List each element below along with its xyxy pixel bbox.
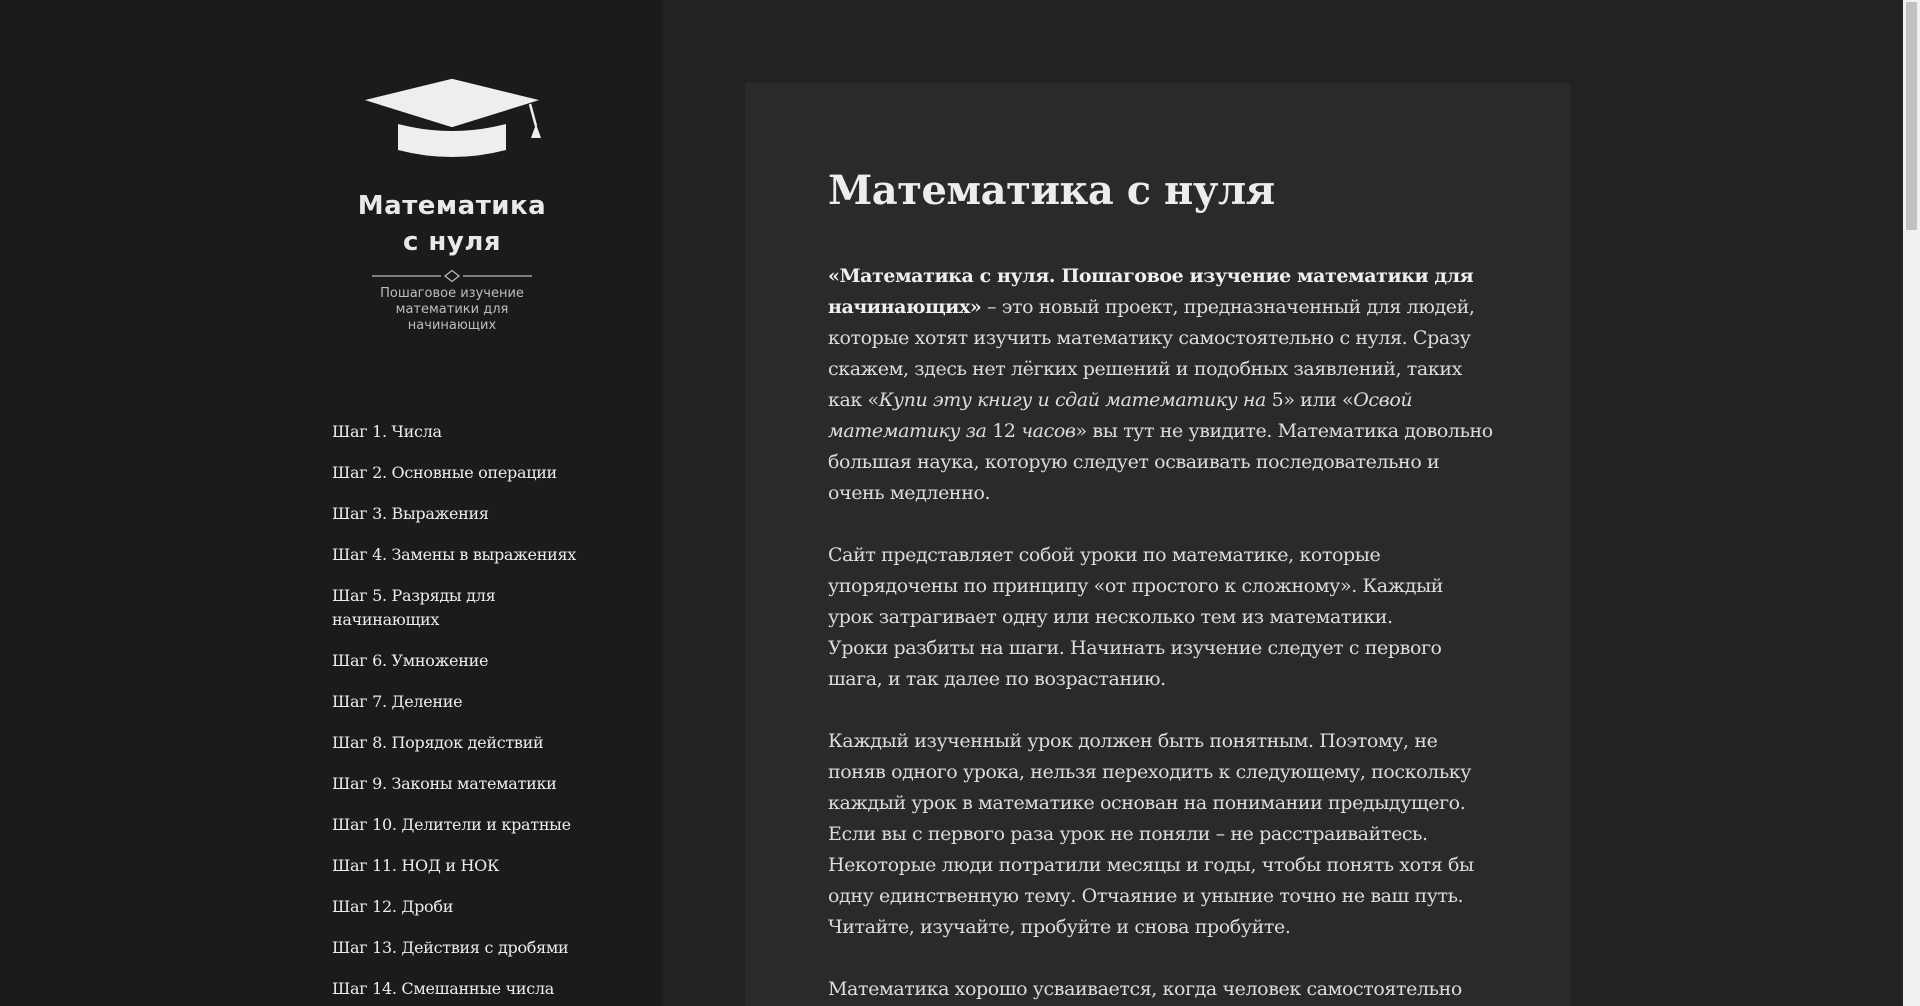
site-branding: Математика с нуля Пошаговое изучение мат… [332, 78, 572, 334]
nav-item-step-2[interactable]: Шаг 2. Основные операции [332, 461, 592, 485]
nav-item-step-10[interactable]: Шаг 10. Делители и кратные [332, 813, 592, 837]
article-paragraph: Каждый изученный урок должен быть понятн… [828, 730, 1474, 938]
sidebar: Математика с нуля Пошаговое изучение мат… [0, 0, 663, 1006]
nav-item-step-6[interactable]: Шаг 6. Умножение [332, 649, 592, 673]
article-card: Математика с нуля «Математика с нуля. По… [745, 83, 1570, 1006]
article-title: Математика с нуля [828, 167, 1275, 214]
article-quote-italic: часов [1015, 420, 1076, 442]
diamond-divider [372, 269, 532, 283]
nav-item-step-1[interactable]: Шаг 1. Числа [332, 420, 592, 444]
nav-item-step-5[interactable]: Шаг 5. Разряды для начинающих [332, 584, 507, 632]
article-text: Сайт представляет собой уроки по математ… [828, 544, 1444, 628]
article-paragraph: «Математика с нуля. Пошаговое изучение м… [828, 261, 1493, 509]
nav-item-step-11[interactable]: Шаг 11. НОД и НОК [332, 854, 592, 878]
nav-item-step-13[interactable]: Шаг 13. Действия с дробями [332, 936, 592, 960]
article-quote-italic: Купи эту книгу и сдай математику на [878, 389, 1272, 411]
site-tagline: Пошаговое изучение математики для начина… [380, 286, 524, 333]
article-text: Уроки разбиты на шаги. Начинать изучение… [828, 637, 1442, 690]
article-paragraph: Математика хорошо усваивается, когда чел… [828, 978, 1462, 1000]
nav-item-step-4[interactable]: Шаг 4. Замены в выражениях [332, 543, 592, 567]
nav-item-step-8[interactable]: Шаг 8. Порядок действий [332, 731, 592, 755]
site-title-line2: с нуля [402, 227, 502, 257]
article-paragraph: Сайт представляет собой уроки по математ… [828, 540, 1493, 695]
site-title-line1: Математика [357, 191, 547, 221]
nav-item-step-9[interactable]: Шаг 9. Законы математики [332, 772, 592, 796]
scrollbar-thumb[interactable] [1906, 2, 1917, 230]
sidebar-nav: Шаг 1. Числа Шаг 2. Основные операции Ша… [332, 420, 592, 1006]
article-number: 5 [1271, 389, 1284, 411]
article-number: 12 [992, 420, 1016, 442]
nav-item-step-7[interactable]: Шаг 7. Деление [332, 690, 592, 714]
article-content: «Математика с нуля. Пошаговое изучение м… [828, 261, 1493, 1006]
nav-item-step-12[interactable]: Шаг 12. Дроби [332, 895, 592, 919]
site-title[interactable]: Математика с нуля [332, 188, 572, 260]
nav-item-step-3[interactable]: Шаг 3. Выражения [332, 502, 592, 526]
graduation-cap-icon[interactable] [360, 78, 544, 168]
vertical-scrollbar[interactable] [1903, 0, 1920, 1006]
nav-item-step-14[interactable]: Шаг 14. Смешанные числа [332, 977, 592, 1001]
article-text: » или « [1283, 389, 1354, 411]
